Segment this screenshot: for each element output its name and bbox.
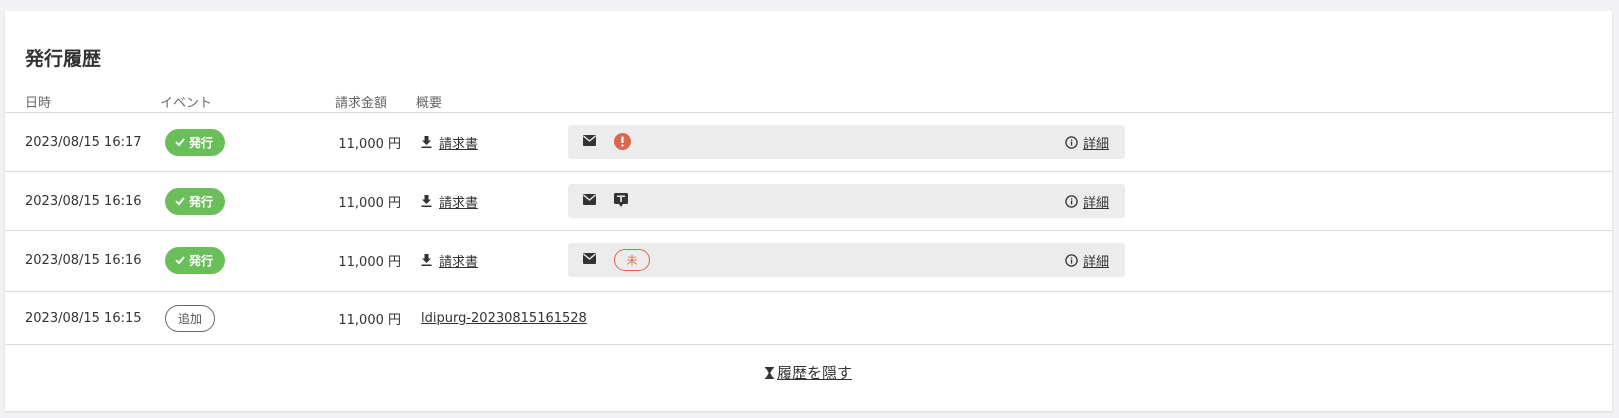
table-row: 2023/08/15 16:17 発行 11,000 円 請求書 詳細 — [5, 112, 1612, 171]
error-icon[interactable] — [614, 133, 631, 150]
check-icon — [175, 138, 185, 147]
check-icon — [175, 197, 185, 206]
check-icon — [175, 256, 185, 265]
detail-link[interactable]: 詳細 — [1083, 251, 1109, 270]
download-icon — [421, 195, 432, 207]
info-icon — [1065, 194, 1078, 208]
issue-history-card: 発行履歴 日時 イベント 請求金額 概要 2023/08/15 16:17 発行… — [5, 11, 1612, 411]
issued-badge-label: 発行 — [189, 135, 214, 150]
table-row: 2023/08/15 16:15 追加 11,000 円 ldipurg-202… — [5, 291, 1612, 345]
delivery-status-panel: 未 詳細 — [568, 243, 1125, 277]
download-icon — [421, 254, 432, 266]
issued-badge: 発行 — [165, 246, 226, 274]
detail-button[interactable]: 詳細 — [1065, 243, 1109, 277]
row-date: 2023/08/15 16:16 — [25, 193, 142, 209]
row-date: 2023/08/15 16:17 — [25, 134, 142, 150]
row-amount: 11,000 円 — [338, 195, 401, 211]
issued-badge: 発行 — [165, 128, 226, 156]
mail-icon — [583, 253, 596, 264]
hourglass-icon — [764, 366, 774, 379]
column-header-event: イベント — [160, 96, 213, 111]
mail-icon — [583, 194, 596, 205]
invoice-download-link[interactable]: 請求書 — [439, 133, 478, 152]
detail-button[interactable]: 詳細 — [1065, 125, 1109, 159]
detail-button[interactable]: 詳細 — [1065, 184, 1109, 218]
document-link[interactable]: ldipurg-20230815161528 — [421, 311, 587, 326]
info-icon — [1065, 253, 1078, 267]
detail-link[interactable]: 詳細 — [1083, 192, 1109, 211]
page-title: 発行履歴 — [25, 48, 102, 70]
row-amount: 11,000 円 — [338, 136, 401, 152]
mail-icon — [583, 135, 596, 146]
delivery-status-panel: 詳細 — [568, 125, 1125, 159]
download-icon — [421, 136, 432, 148]
hide-history-button[interactable]: 履歴を隠す — [5, 362, 1612, 383]
detail-link[interactable]: 詳細 — [1083, 133, 1109, 152]
invoice-download-link[interactable]: 請求書 — [439, 251, 478, 270]
row-date: 2023/08/15 16:15 — [25, 310, 142, 326]
column-header-summary: 概要 — [416, 96, 443, 111]
delivery-status-panel: 詳細 — [568, 184, 1125, 218]
hide-history-link[interactable]: 履歴を隠す — [777, 362, 852, 383]
invoice-download-link[interactable]: 請求書 — [439, 192, 478, 211]
table-row: 2023/08/15 16:16 発行 11,000 円 請求書 詳細 — [5, 171, 1612, 230]
row-amount: 11,000 円 — [338, 254, 401, 270]
row-amount: 11,000 円 — [338, 312, 401, 328]
added-badge: 追加 — [165, 304, 216, 332]
table-row: 2023/08/15 16:16 発行 11,000 円 請求書 未 詳細 — [5, 230, 1612, 289]
row-date: 2023/08/15 16:16 — [25, 252, 142, 268]
unread-status-pill[interactable]: 未 — [614, 249, 650, 271]
issued-badge: 発行 — [165, 187, 226, 215]
issued-badge-label: 発行 — [189, 194, 214, 209]
column-header-amount: 請求金額 — [335, 96, 388, 111]
message-icon[interactable] — [614, 192, 628, 208]
issued-badge-label: 発行 — [189, 253, 214, 268]
info-icon — [1065, 135, 1078, 149]
column-header-date: 日時 — [25, 96, 52, 111]
